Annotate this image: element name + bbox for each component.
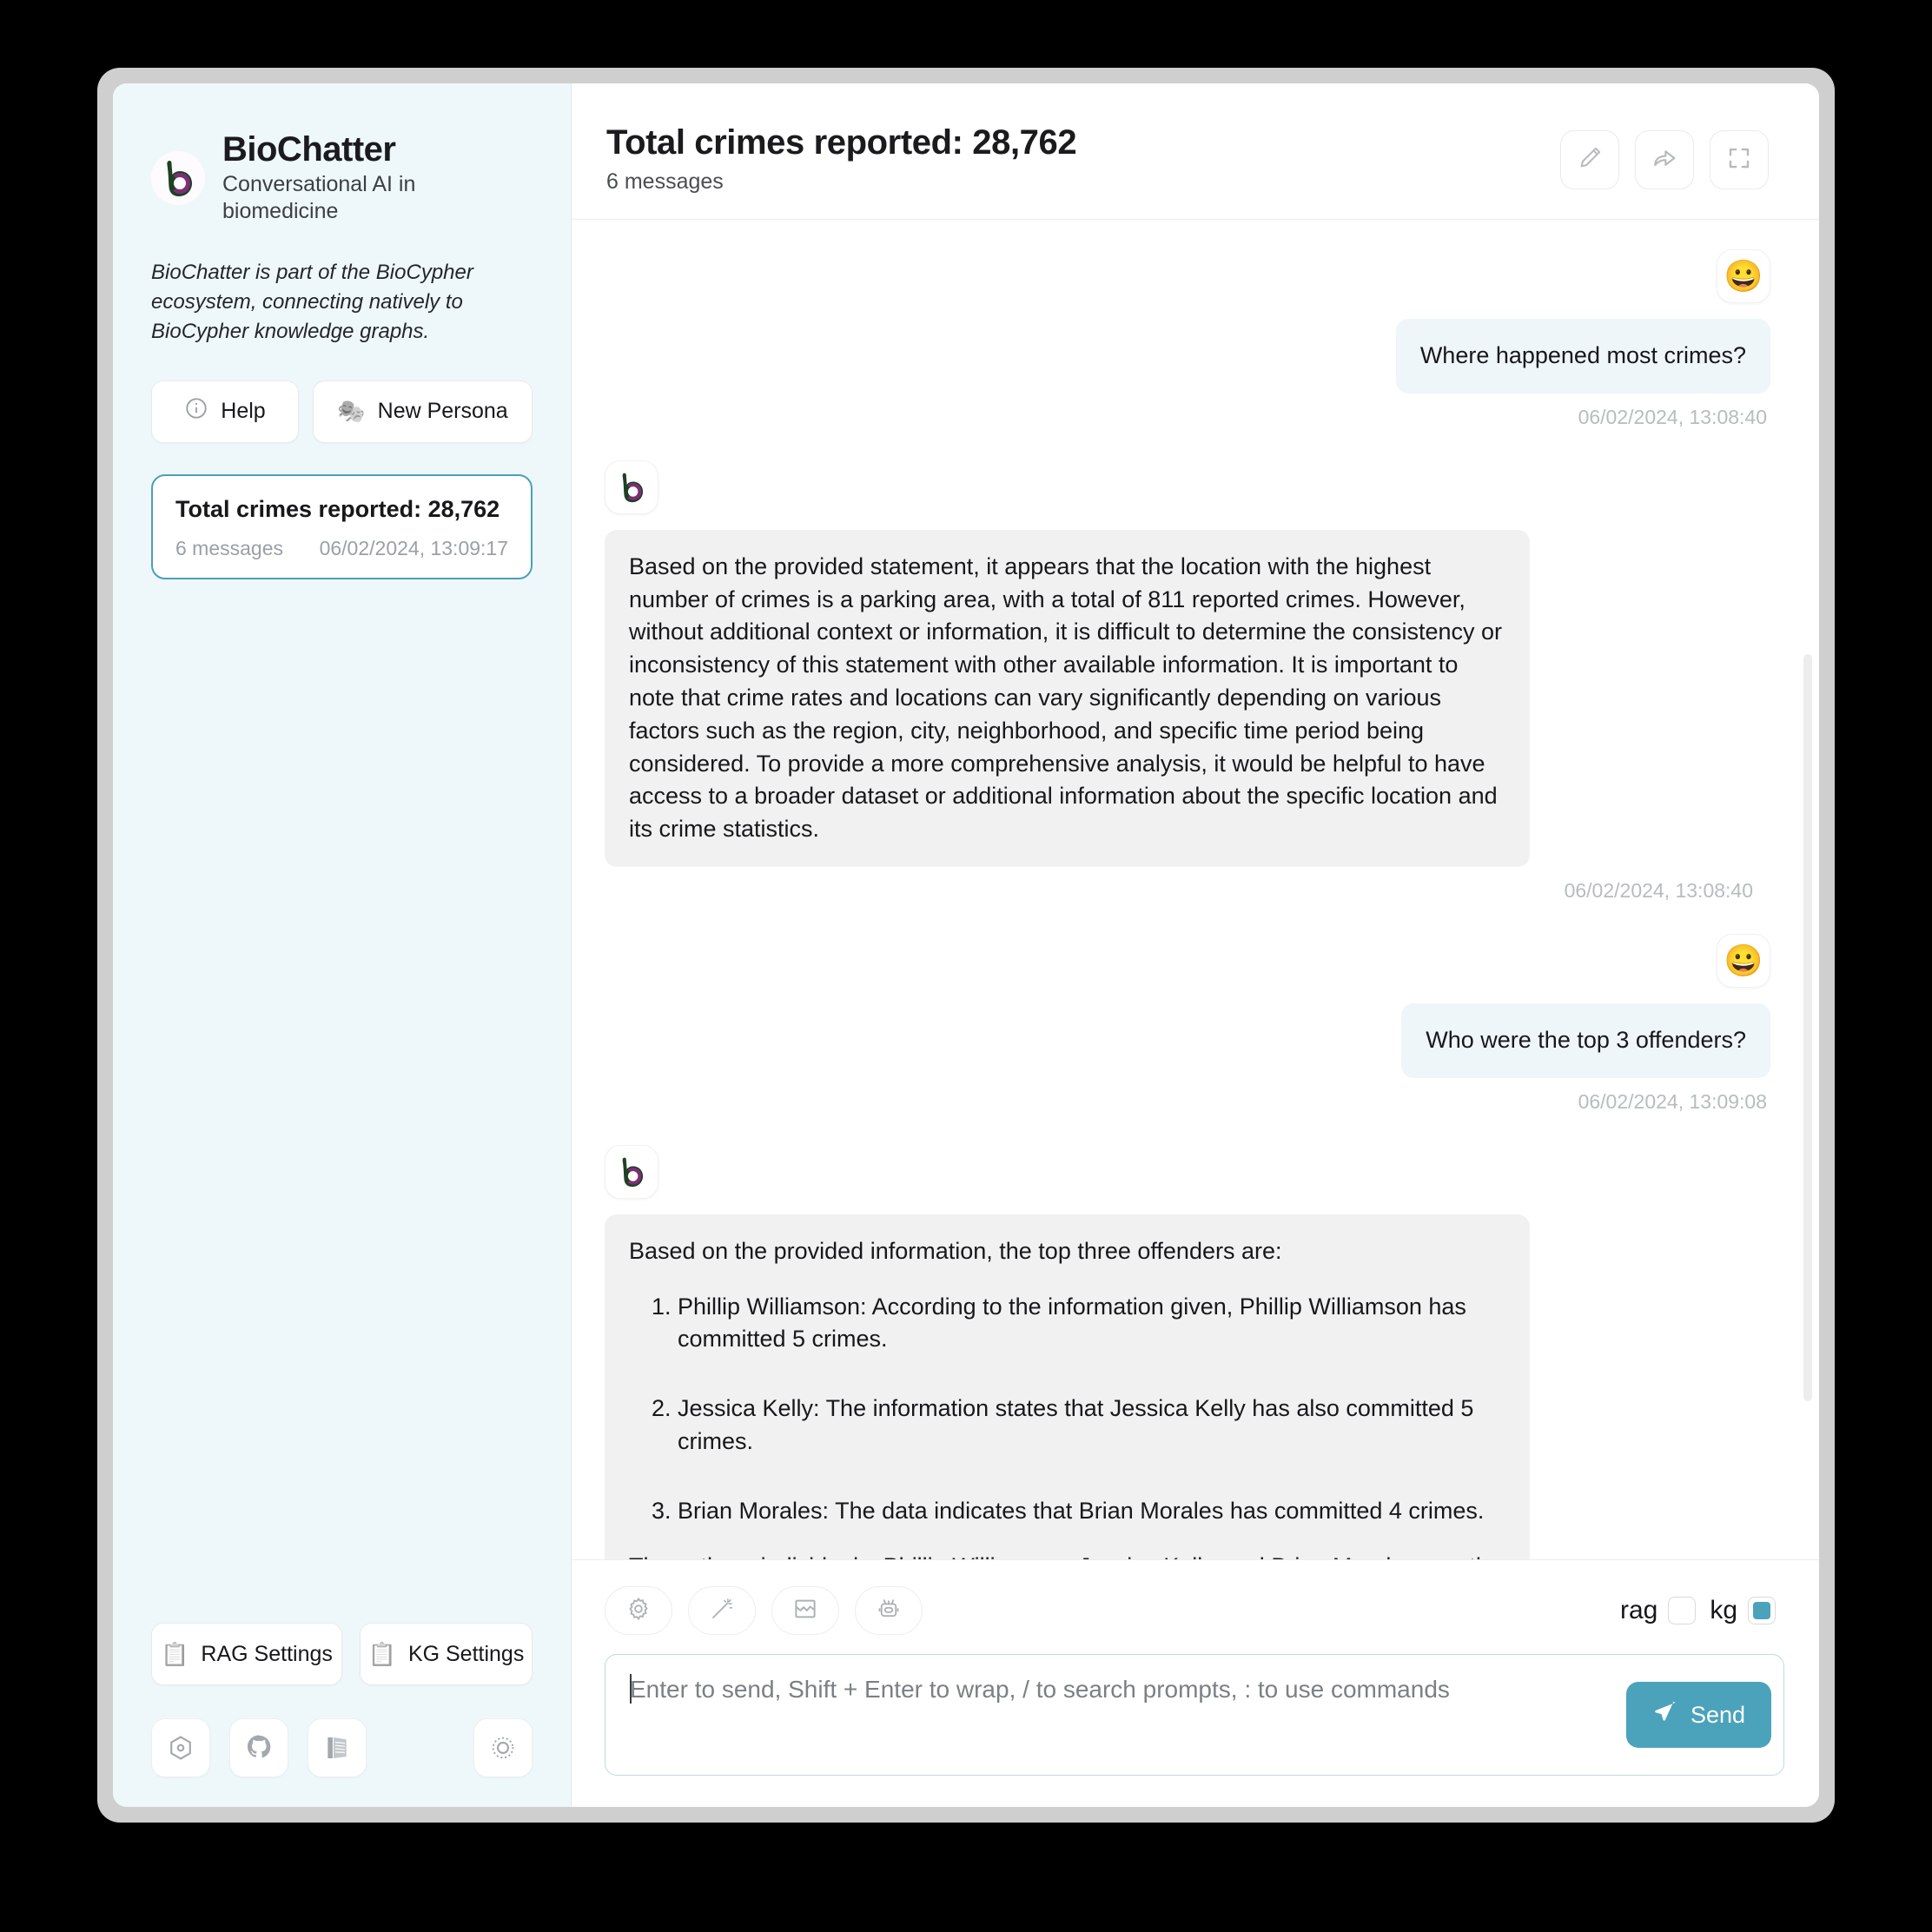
share-button[interactable] [1635, 130, 1694, 189]
rag-toggle[interactable]: rag [1619, 1596, 1697, 1625]
rag-toggle-label: rag [1619, 1596, 1658, 1624]
text-caret [630, 1674, 632, 1704]
inbox-tool-button[interactable] [771, 1586, 839, 1635]
new-persona-button-label: New Persona [377, 399, 508, 424]
list-item: Brian Morales: The data indicates that B… [678, 1495, 1505, 1528]
message-input-wrapper[interactable]: Enter to send, Shift + Enter to wrap, / … [605, 1654, 1784, 1776]
message-user: 😀 Where happened most crimes? 06/02/2024… [605, 249, 1770, 429]
message-user: 😀 Who were the top 3 offenders? 06/02/20… [605, 933, 1770, 1114]
biocypher-hex-icon-button[interactable] [151, 1718, 210, 1777]
composer: rag kg Enter to send, Shift + Enter to w… [572, 1559, 1819, 1807]
message-count: 6 messages [606, 169, 724, 194]
main-panel: Total crimes reported: 28,762 6 messages [572, 83, 1819, 1807]
help-button[interactable]: Help [151, 380, 299, 443]
message-timestamp: 06/02/2024, 13:08:40 [1564, 878, 1753, 902]
page-title: Total crimes reported: 28,762 [606, 123, 1077, 162]
mode-toggles: rag kg [1620, 1596, 1784, 1625]
conversation-timestamp: 06/02/2024, 13:09:17 [319, 536, 508, 559]
message-bubble: Based on the provided statement, it appe… [605, 529, 1530, 867]
new-persona-button[interactable]: 🎭 New Persona [312, 380, 533, 443]
fullscreen-button[interactable] [1710, 130, 1769, 189]
magic-wand-tool-button[interactable] [688, 1586, 756, 1635]
send-paper-plane-icon [1652, 1699, 1678, 1731]
rag-settings-button[interactable]: 📋 RAG Settings [151, 1623, 342, 1685]
message-timestamp: 06/02/2024, 13:08:40 [1578, 405, 1767, 428]
github-icon [244, 1733, 274, 1763]
message-input-placeholder: Enter to send, Shift + Enter to wrap, / … [630, 1676, 1450, 1703]
conversation-message-count: 6 messages [175, 536, 284, 559]
docs-book-icon-button[interactable] [308, 1718, 367, 1777]
app-shell: BioChatter Conversational AI in biomedic… [113, 83, 1819, 1807]
inbox-image-icon [792, 1596, 818, 1626]
avatar: 😀 [1717, 933, 1770, 988]
github-icon-button[interactable] [229, 1718, 288, 1777]
avatar [605, 460, 658, 514]
list-item: Jessica Kelly: The information states th… [678, 1393, 1505, 1459]
clipboard-icon: 📋 [161, 1640, 189, 1667]
message-bubble: Where happened most crimes? [1395, 319, 1770, 394]
header-actions [1560, 123, 1769, 189]
kg-toggle[interactable]: kg [1710, 1596, 1776, 1625]
window-frame: BioChatter Conversational AI in biomedic… [97, 68, 1835, 1823]
app-title: BioChatter [222, 130, 396, 169]
gear-icon [625, 1596, 652, 1626]
robot-icon [876, 1596, 902, 1626]
message-bubble: Based on the provided information, the t… [605, 1214, 1530, 1559]
message-bubble: Who were the top 3 offenders? [1401, 1002, 1770, 1078]
info-circle-icon [184, 396, 208, 427]
kg-settings-button[interactable]: 📋 KG Settings [359, 1623, 533, 1685]
kg-settings-label: KG Settings [407, 1641, 525, 1666]
biochatter-logo-icon [151, 150, 205, 205]
list-item: Phillip Williamson: According to the inf… [678, 1291, 1505, 1357]
tool-icon-row [605, 1586, 923, 1635]
edit-button[interactable] [1560, 130, 1619, 189]
composer-toolbar: rag kg [605, 1586, 1784, 1635]
avatar [605, 1144, 658, 1199]
message-timestamp: 06/02/2024, 13:09:08 [1578, 1089, 1767, 1113]
rag-settings-label: RAG Settings [201, 1641, 333, 1666]
light-mode-sun-icon [488, 1733, 518, 1763]
send-button-label: Send [1690, 1701, 1745, 1728]
app-tagline: Conversational AI in biomedicine [222, 171, 416, 224]
robot-tool-button[interactable] [855, 1586, 923, 1635]
message-list: 😀 Where happened most crimes? 06/02/2024… [572, 220, 1819, 1559]
conversation-meta: 6 messages 06/02/2024, 13:09:17 [175, 537, 508, 560]
sidebar-action-buttons: Help 🎭 New Persona [151, 380, 533, 443]
settings-buttons-row: 📋 RAG Settings 📋 KG Settings [151, 1623, 533, 1685]
app-description: BioChatter is part of the BioCypher ecos… [151, 261, 473, 344]
send-button[interactable]: Send [1625, 1682, 1771, 1748]
message-assistant: Based on the provided statement, it appe… [605, 460, 1770, 903]
biocypher-hex-icon [166, 1733, 195, 1763]
clipboard-icon: 📋 [367, 1640, 396, 1667]
settings-tool-button[interactable] [605, 1586, 672, 1635]
conversation-title: Total crimes reported: 28,762 [175, 495, 500, 522]
kg-checkbox[interactable] [1748, 1597, 1776, 1624]
message-scrollbar[interactable] [1803, 654, 1812, 1401]
brand-header: BioChatter Conversational AI in biomedic… [151, 130, 533, 225]
offenders-list: Phillip Williamson: According to the inf… [629, 1291, 1505, 1528]
conversation-list-item[interactable]: Total crimes reported: 28,762 6 messages… [151, 473, 533, 579]
edit-pencil-icon [1576, 144, 1604, 176]
message-outro: These three individuals, Phillip William… [629, 1551, 1505, 1559]
magic-wand-icon [709, 1596, 735, 1626]
expand-fullscreen-icon [1726, 145, 1752, 175]
brand-text-group: BioChatter Conversational AI in biomedic… [222, 130, 533, 225]
share-arrow-icon [1651, 144, 1678, 176]
theater-masks-icon: 🎭 [337, 398, 366, 425]
chat-header: Total crimes reported: 28,762 6 messages [572, 83, 1819, 220]
rag-checkbox[interactable] [1668, 1597, 1697, 1624]
message-intro: Based on the provided information, the t… [629, 1237, 1282, 1264]
docs-book-icon [323, 1734, 351, 1762]
chat-header-text: Total crimes reported: 28,762 6 messages [606, 123, 1077, 195]
help-button-label: Help [221, 399, 266, 424]
message-paragraph: Based on the provided statement, it appe… [629, 552, 1503, 843]
light-mode-toggle-button[interactable] [473, 1718, 533, 1777]
kg-toggle-label: kg [1710, 1596, 1737, 1624]
sidebar: BioChatter Conversational AI in biomedic… [113, 83, 572, 1807]
avatar: 😀 [1717, 249, 1770, 303]
footer-icon-row [151, 1718, 533, 1777]
message-assistant: Based on the provided information, the t… [605, 1144, 1770, 1559]
